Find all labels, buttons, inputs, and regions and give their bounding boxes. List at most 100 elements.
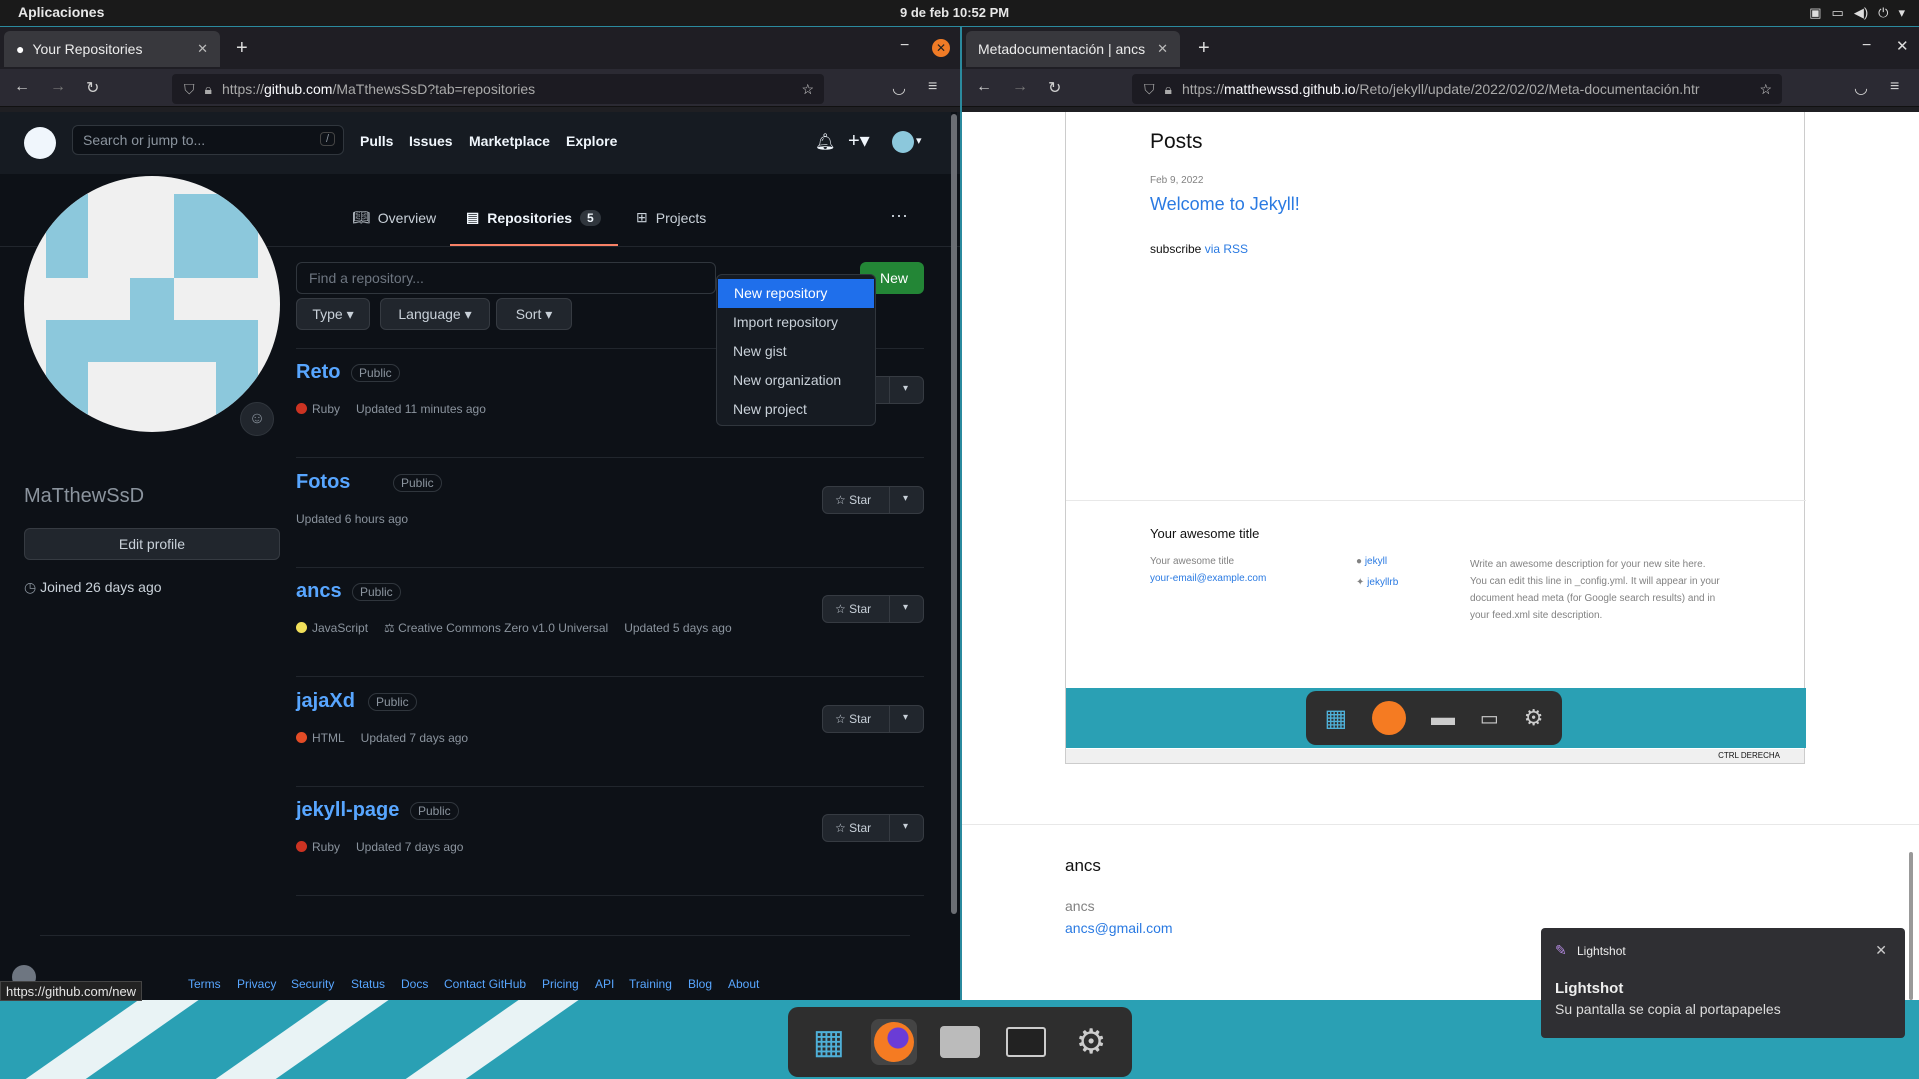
footer-link-pricing[interactable]: Pricing [542,977,579,991]
minimize-icon[interactable]: − [1862,37,1871,55]
nav-marketplace[interactable]: Marketplace [469,133,550,149]
search-input[interactable]: Search or jump to... / [72,125,344,155]
reload-icon[interactable]: ↻ [1048,78,1061,98]
new-tab-icon[interactable]: + [1198,37,1210,60]
star-button[interactable]: ☆ Star ▾ [822,595,924,623]
settings-gear-icon[interactable]: ⚙ [1068,1019,1114,1065]
more-icon[interactable]: ⋯ [890,206,908,227]
bookmark-star-icon[interactable]: ☆ [1753,80,1772,98]
footer-link-status[interactable]: Status [351,977,385,991]
volume-icon[interactable]: ◀) [1854,5,1868,21]
edit-profile-button[interactable]: Edit profile [24,528,280,560]
menu-item-new-project[interactable]: New project [717,395,875,424]
terminal-icon[interactable] [1003,1019,1049,1065]
page-footer-email[interactable]: ancs@gmail.com [1065,920,1173,936]
github-user-link[interactable]: jekyll [1365,556,1387,567]
repo-name-link[interactable]: jajaXd [296,690,355,713]
star-dropdown-icon[interactable]: ▾ [903,383,908,394]
sort-filter-button[interactable]: Sort ▾ [496,298,572,330]
menu-item-new-organization[interactable]: New organization [717,366,875,395]
star-dropdown-icon[interactable]: ▾ [903,493,908,504]
repositories-counter: 5 [580,209,601,226]
display-icon[interactable]: ▭ [1832,5,1844,21]
site-footer-email[interactable]: your-email@example.com [1150,573,1266,584]
chevron-down-icon[interactable]: ▾ [916,134,922,147]
avatar[interactable] [892,131,914,153]
language-filter-button[interactable]: Language ▾ [380,298,490,330]
back-icon[interactable]: ← [976,78,992,96]
type-filter-button[interactable]: Type ▾ [296,298,370,330]
pocket-icon[interactable]: ◡ [892,78,906,98]
scrollbar-thumb[interactable] [1909,852,1913,1000]
star-button[interactable]: ☆ Star ▾ [822,814,924,842]
system-tray[interactable]: ▣ ▭ ◀) ⏻ ▾ [1809,5,1905,21]
close-window-icon[interactable]: ✕ [1896,37,1909,55]
app-grid-icon[interactable]: ▦ [806,1019,852,1065]
applications-menu[interactable]: Aplicaciones [18,4,104,20]
footer-link-about[interactable]: About [728,977,759,991]
bookmark-star-icon[interactable]: ☆ [801,81,814,98]
close-window-icon[interactable]: ✕ [932,39,950,57]
tab-projects[interactable]: ⊞ Projects [636,209,706,226]
footer-link-terms[interactable]: Terms [188,977,221,991]
chevron-down-icon[interactable]: ▾ [1898,5,1905,21]
footer-link-training[interactable]: Training [629,977,672,991]
star-label: Star [849,493,872,507]
github-logo-icon[interactable] [24,127,56,159]
address-bar[interactable]: ⛉ 🔒︎ https://github.com/MaTthewsSsD?tab=… [172,74,824,104]
network-icon[interactable]: ▣ [1809,5,1821,21]
post-title-link[interactable]: Welcome to Jekyll! [1150,194,1300,215]
find-repository-input[interactable]: Find a repository... [296,262,716,294]
close-notification-icon[interactable]: ✕ [1875,942,1887,959]
lightshot-notification[interactable]: ✎ Lightshot ✕ Lightshot Su pantalla se c… [1541,928,1905,1038]
repo-name-link[interactable]: ancs [296,580,342,603]
star-icon: ☆ [835,602,846,616]
pocket-icon[interactable]: ◡ [1854,78,1868,98]
menu-item-new-repository[interactable]: New repository [718,279,874,308]
tab-overview[interactable]: 📖︎ Overview [352,209,436,226]
hamburger-menu-icon[interactable]: ≡ [1890,78,1899,96]
scrollbar-thumb[interactable] [951,114,957,914]
tab-metadocumentacion[interactable]: Metadocumentación | ancs ✕ [966,31,1180,67]
footer-link-docs[interactable]: Docs [401,977,428,991]
smiley-icon[interactable]: ☺ [240,402,274,436]
star-dropdown-icon[interactable]: ▾ [903,821,908,832]
star-button[interactable]: ☆ Star ▾ [822,486,924,514]
reload-icon[interactable]: ↻ [86,78,99,98]
footer-link-api[interactable]: API [595,977,614,991]
close-tab-icon[interactable]: ✕ [1157,41,1168,57]
twitter-user-link[interactable]: jekyllrb [1367,577,1398,588]
files-icon[interactable] [937,1019,983,1065]
minimize-icon[interactable]: − [900,37,909,55]
nav-explore[interactable]: Explore [566,133,617,149]
nav-issues[interactable]: Issues [409,133,453,149]
menu-item-new-gist[interactable]: New gist [717,337,875,366]
close-tab-icon[interactable]: ✕ [197,41,208,57]
power-icon[interactable]: ⏻ [1878,5,1888,21]
bell-icon[interactable]: 🔔︎ [815,132,835,152]
plus-dropdown-icon[interactable]: +▾ [848,128,870,153]
clock[interactable]: 9 de feb 10:52 PM [900,5,1009,20]
tab-repositories[interactable]: ▤ Repositories 5 [466,209,601,226]
nav-pulls[interactable]: Pulls [360,133,393,149]
repo-name-link[interactable]: jekyll-page [296,799,399,822]
footer-link-blog[interactable]: Blog [688,977,712,991]
star-button[interactable]: ☆ Star ▾ [822,705,924,733]
address-bar[interactable]: ⛉ 🔒︎ https://matthewssd.github.io/Reto/j… [1132,74,1782,104]
tab-your-repositories[interactable]: ● Your Repositories ✕ [4,31,220,67]
star-dropdown-icon[interactable]: ▾ [903,602,908,613]
footer-link-contact[interactable]: Contact GitHub [444,977,526,991]
back-icon[interactable]: ← [14,78,30,96]
forward-icon[interactable]: → [50,78,66,96]
rss-link[interactable]: via RSS [1205,242,1248,256]
menu-item-import-repository[interactable]: Import repository [717,308,875,337]
star-dropdown-icon[interactable]: ▾ [903,712,908,723]
firefox-icon[interactable] [871,1019,918,1065]
new-tab-icon[interactable]: + [236,37,248,60]
forward-icon[interactable]: → [1012,78,1028,96]
hamburger-menu-icon[interactable]: ≡ [928,78,937,96]
footer-link-security[interactable]: Security [291,977,334,991]
repo-name-link[interactable]: Fotos [296,471,350,494]
footer-link-privacy[interactable]: Privacy [237,977,276,991]
repo-name-link[interactable]: Reto [296,361,340,384]
